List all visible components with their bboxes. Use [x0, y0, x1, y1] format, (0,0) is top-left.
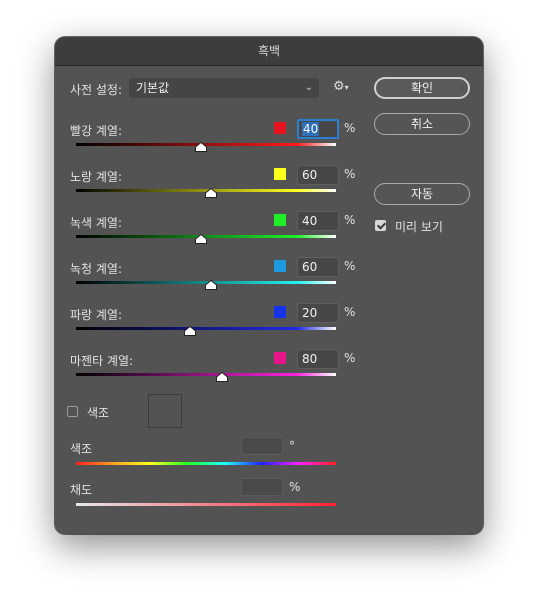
slider-thumb[interactable] — [184, 326, 197, 336]
tint-label: 색조 — [87, 406, 110, 420]
slider-thumb[interactable] — [194, 234, 207, 244]
channel-label: 녹색 계열: — [70, 216, 123, 230]
preset-label: 사전 설정: — [70, 83, 123, 97]
ok-button[interactable]: 확인 — [374, 77, 470, 99]
percent-sign: % — [344, 121, 356, 135]
channel-value: 60 — [302, 168, 318, 182]
saturation-label: 채도 — [70, 483, 93, 497]
auto-button[interactable]: 자동 — [374, 183, 470, 205]
channel-slider-track[interactable] — [76, 373, 336, 376]
hue-slider-track[interactable] — [76, 462, 336, 465]
tint-color-swatch[interactable] — [148, 394, 182, 428]
channel-value: 60 — [302, 260, 318, 274]
saturation-input[interactable] — [241, 478, 283, 496]
channel-color-swatch — [274, 214, 286, 226]
hue-label: 색조 — [70, 442, 93, 456]
channel-value-input[interactable]: 20 — [297, 303, 339, 323]
saturation-slider-track[interactable] — [76, 503, 336, 506]
dialog-title: 흑백 — [55, 37, 483, 66]
percent-sign: % — [344, 305, 356, 319]
percent-sign: % — [344, 167, 356, 181]
slider-thumb[interactable] — [194, 142, 207, 152]
channel-label: 파랑 계열: — [70, 308, 123, 322]
slider-thumb[interactable] — [205, 188, 218, 198]
slider-thumb[interactable] — [215, 372, 228, 382]
gear-icon[interactable]: ⚙▾ — [333, 79, 349, 94]
percent-sign: % — [344, 213, 356, 227]
black-and-white-dialog: 흑백 사전 설정: 기본값 ⌄ ⚙▾ 확인 취소 자동 미리 보기 빨강 계열:… — [55, 37, 483, 534]
channel-value-input[interactable]: 60 — [297, 165, 339, 185]
channel-color-swatch — [274, 122, 286, 134]
preview-label: 미리 보기 — [395, 220, 443, 234]
channel-slider-track[interactable] — [76, 327, 336, 330]
channel-color-swatch — [274, 352, 286, 364]
preset-value: 기본값 — [136, 81, 170, 95]
channel-label: 빨강 계열: — [70, 124, 123, 138]
preset-select[interactable]: 기본값 ⌄ — [129, 78, 319, 98]
tint-checkbox[interactable] — [67, 406, 78, 417]
channel-label: 마젠타 계열: — [70, 354, 134, 368]
hue-unit: ° — [289, 439, 295, 453]
cancel-button[interactable]: 취소 — [374, 113, 470, 135]
channel-value: 20 — [302, 306, 318, 320]
preview-checkbox[interactable] — [375, 220, 386, 231]
percent-sign: % — [344, 259, 356, 273]
channel-value: 80 — [302, 352, 318, 366]
channel-label: 녹청 계열: — [70, 262, 123, 276]
slider-thumb[interactable] — [205, 280, 218, 290]
channel-value-input[interactable]: 40 — [297, 211, 339, 231]
chevron-down-icon: ⌄ — [304, 82, 313, 93]
hue-input[interactable] — [241, 437, 283, 455]
saturation-unit: % — [289, 480, 301, 494]
channel-color-swatch — [274, 260, 286, 272]
channel-value: 40 — [302, 214, 318, 228]
channel-value: 40 — [302, 122, 320, 136]
channel-value-input[interactable]: 40 — [297, 119, 339, 139]
channel-color-swatch — [274, 306, 286, 318]
channel-value-input[interactable]: 60 — [297, 257, 339, 277]
percent-sign: % — [344, 351, 356, 365]
channel-value-input[interactable]: 80 — [297, 349, 339, 369]
channel-color-swatch — [274, 168, 286, 180]
channel-label: 노랑 계열: — [70, 170, 123, 184]
